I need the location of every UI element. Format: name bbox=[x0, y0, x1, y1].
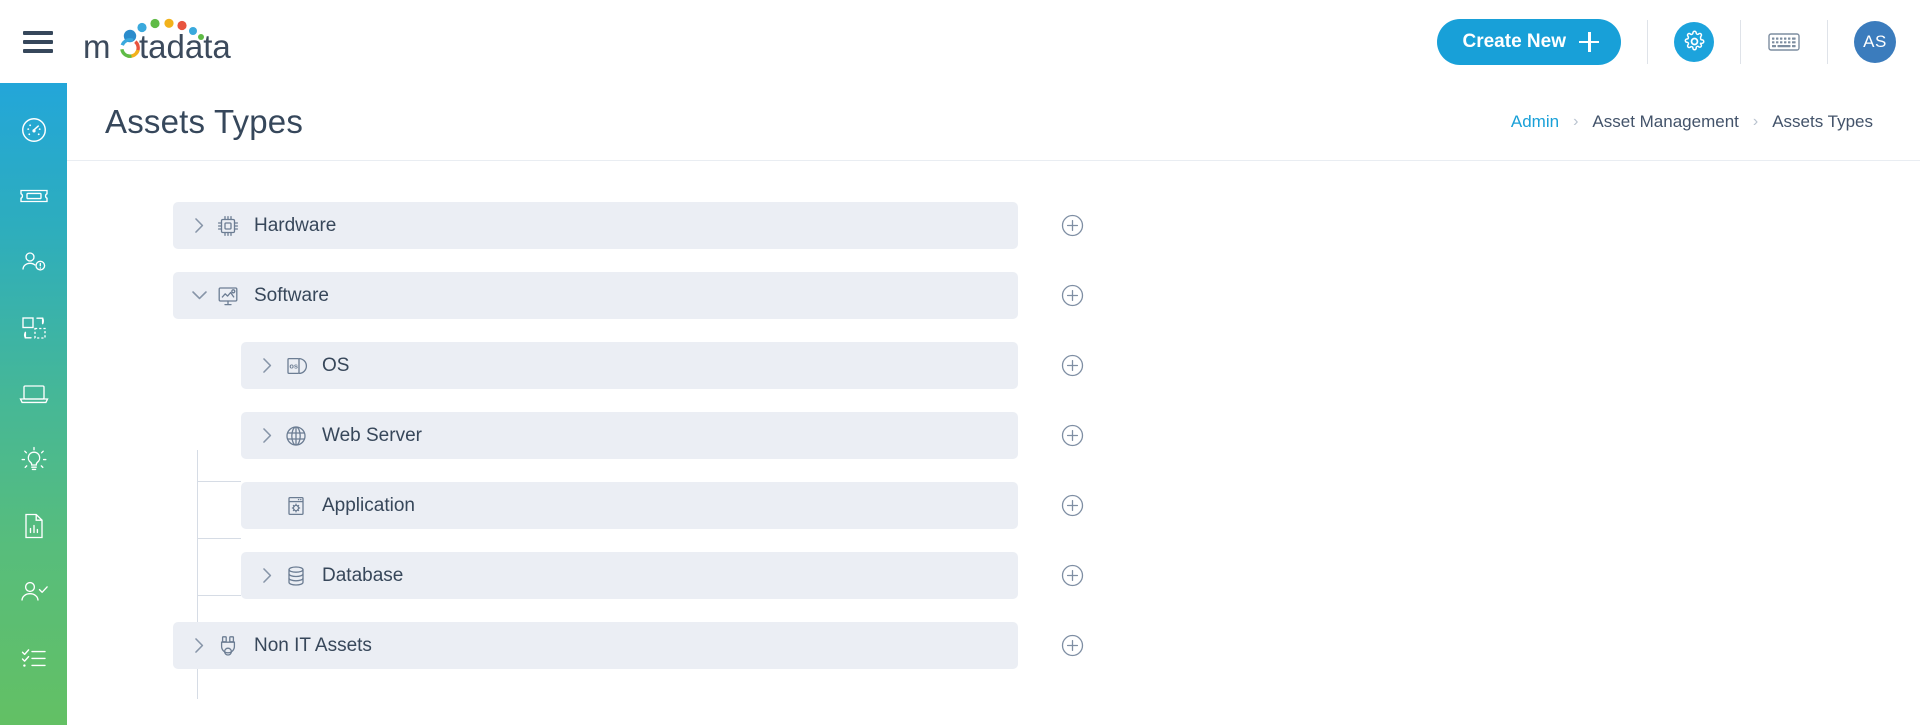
avatar-initials: AS bbox=[1863, 31, 1887, 51]
svg-text:tadata: tadata bbox=[139, 28, 231, 65]
plug-icon bbox=[215, 633, 241, 659]
breadcrumb-item-assets-types: Assets Types bbox=[1772, 111, 1873, 131]
keyboard-shortcuts-button[interactable] bbox=[1767, 29, 1801, 55]
top-bar-actions: Create New AS bbox=[1436, 0, 1920, 83]
add-child-button-software[interactable] bbox=[1060, 284, 1084, 308]
database-cylinder-icon bbox=[283, 563, 309, 589]
asset-icon bbox=[18, 381, 50, 412]
knowledge-icon bbox=[19, 445, 49, 480]
tree-node-software[interactable]: Software bbox=[173, 272, 1083, 319]
tree-connector-horizontal bbox=[197, 481, 241, 482]
monitor-software-icon bbox=[215, 283, 241, 309]
tree-node-application[interactable]: Application bbox=[241, 482, 1083, 529]
add-child-button-application[interactable] bbox=[1060, 494, 1084, 518]
tree-node-os[interactable]: os OS bbox=[241, 342, 1083, 389]
sidebar-item-reports[interactable] bbox=[0, 495, 67, 561]
settings-gear-button[interactable] bbox=[1674, 21, 1714, 62]
tree-node-hardware[interactable]: Hardware bbox=[173, 202, 1083, 249]
ticket-icon bbox=[18, 183, 50, 214]
tree-node-label: Software bbox=[254, 284, 329, 306]
add-child-button-web-server[interactable] bbox=[1060, 424, 1084, 448]
hamburger-bar bbox=[23, 30, 53, 35]
chevron-right-icon[interactable] bbox=[187, 637, 211, 654]
sidebar-item-dashboard[interactable] bbox=[0, 99, 67, 165]
tree-node-label: Non IT Assets bbox=[254, 634, 372, 656]
sidebar-item-tasks[interactable] bbox=[0, 627, 67, 693]
top-bar: m tadata Create New AS bbox=[0, 0, 1920, 83]
user-avatar[interactable]: AS bbox=[1854, 20, 1896, 63]
report-icon bbox=[21, 511, 47, 546]
breadcrumb-item-asset-management[interactable]: Asset Management bbox=[1592, 112, 1738, 132]
add-child-button-hardware[interactable] bbox=[1060, 214, 1084, 238]
breadcrumb: Admin › Asset Management › Assets Types bbox=[1511, 112, 1873, 132]
sidebar-item-tickets[interactable] bbox=[0, 165, 67, 231]
chevron-right-icon[interactable] bbox=[187, 217, 211, 234]
globe-icon bbox=[283, 423, 309, 449]
add-child-button-database[interactable] bbox=[1060, 564, 1084, 588]
application-window-icon bbox=[283, 493, 309, 519]
change-icon bbox=[19, 314, 49, 347]
tree-node-label: Database bbox=[322, 564, 404, 586]
add-child-button-non-it-assets[interactable] bbox=[1060, 634, 1084, 658]
chevron-down-icon[interactable] bbox=[187, 290, 211, 301]
tree-connector-horizontal bbox=[197, 538, 241, 539]
toolbar-divider bbox=[1827, 19, 1828, 64]
tree-connector-horizontal bbox=[197, 595, 241, 596]
breadcrumb-item-admin[interactable]: Admin bbox=[1511, 112, 1559, 132]
motadata-logo[interactable]: m tadata bbox=[83, 14, 243, 70]
sidebar-item-changes[interactable] bbox=[0, 297, 67, 363]
tree-node-web-server[interactable]: Web Server bbox=[241, 412, 1083, 459]
toolbar-divider bbox=[1740, 19, 1741, 64]
create-new-label: Create New bbox=[1462, 30, 1567, 52]
cpu-chip-icon bbox=[215, 213, 241, 239]
tree-node-database[interactable]: Database bbox=[241, 552, 1083, 599]
asset-types-tree: Hardware Software os OS Web Server Appli… bbox=[67, 161, 1920, 699]
chevron-right-icon[interactable] bbox=[255, 567, 279, 584]
tree-node-label: Web Server bbox=[322, 424, 422, 446]
chevron-right-icon[interactable] bbox=[255, 357, 279, 374]
page-title: Assets Types bbox=[105, 102, 304, 140]
svg-text:os: os bbox=[289, 361, 298, 370]
chevron-right-icon[interactable] bbox=[255, 427, 279, 444]
content-area: Hardware Software os OS Web Server Appli… bbox=[67, 161, 1920, 725]
tree-node-label: OS bbox=[322, 354, 350, 376]
add-child-button-os[interactable] bbox=[1060, 354, 1084, 378]
tree-node-label: Application bbox=[322, 494, 415, 516]
os-disc-icon: os bbox=[283, 353, 309, 379]
sidebar-item-approvals[interactable] bbox=[0, 561, 67, 627]
sidebar-item-assets[interactable] bbox=[0, 363, 67, 429]
hamburger-menu-icon[interactable] bbox=[23, 30, 53, 53]
page-header: Assets Types Admin › Asset Management › … bbox=[67, 83, 1920, 161]
svg-text:m: m bbox=[83, 28, 111, 65]
hamburger-bar bbox=[23, 48, 53, 53]
hamburger-bar bbox=[23, 39, 53, 44]
dashboard-icon bbox=[19, 115, 49, 150]
sidebar-item-solutions[interactable] bbox=[0, 429, 67, 495]
left-sidebar bbox=[0, 83, 67, 725]
user-check-icon bbox=[18, 578, 50, 611]
breadcrumb-separator-icon: › bbox=[1752, 112, 1759, 130]
tasklist-icon bbox=[19, 645, 49, 676]
user-alert-icon bbox=[19, 248, 49, 281]
tree-node-label: Hardware bbox=[254, 214, 337, 236]
toolbar-divider bbox=[1647, 19, 1648, 64]
plus-icon bbox=[1579, 31, 1599, 52]
sidebar-item-problems[interactable] bbox=[0, 231, 67, 297]
tree-node-non-it-assets[interactable]: Non IT Assets bbox=[173, 622, 1083, 669]
application-root: m tadata Create New AS Assets Types Admi… bbox=[0, 0, 1920, 725]
create-new-button[interactable]: Create New bbox=[1436, 18, 1621, 65]
breadcrumb-separator-icon: › bbox=[1573, 112, 1579, 130]
